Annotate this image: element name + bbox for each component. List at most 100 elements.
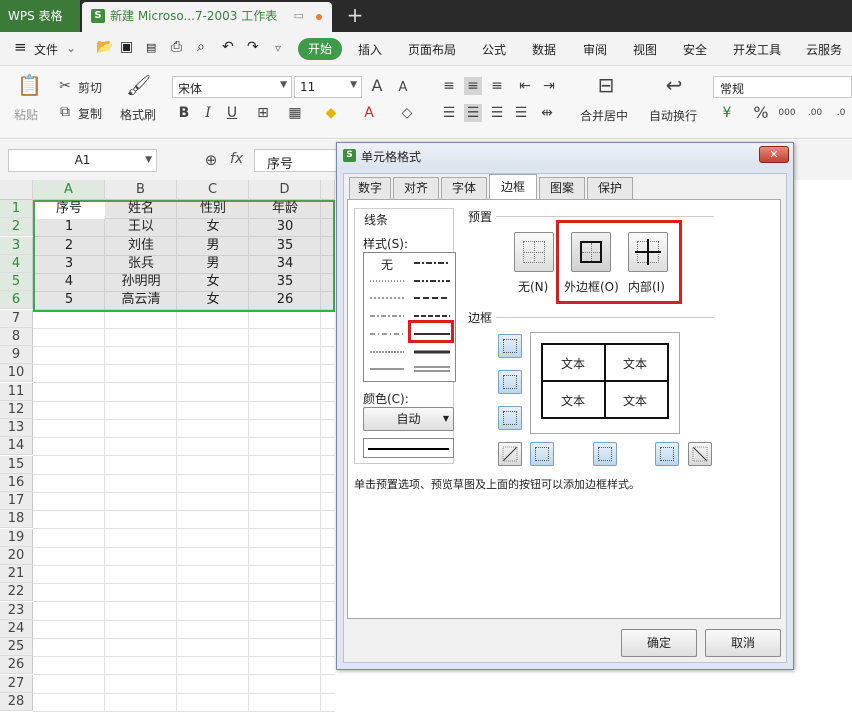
- row-header[interactable]: 25: [0, 638, 33, 656]
- tab-alignment[interactable]: 对齐: [393, 177, 439, 199]
- cell[interactable]: 孙明明: [105, 273, 177, 291]
- percent-icon[interactable]: %: [752, 104, 770, 122]
- row-header[interactable]: 24: [0, 619, 33, 638]
- preset-none-button[interactable]: [514, 232, 554, 272]
- tab-page-layout[interactable]: 页面布局: [408, 41, 456, 58]
- align-right-icon[interactable]: ☰: [488, 104, 506, 122]
- row-header[interactable]: 26: [0, 656, 33, 675]
- align-top-icon[interactable]: ≡: [440, 77, 458, 95]
- redo-icon[interactable]: ↷: [247, 39, 259, 55]
- row-header[interactable]: 20: [0, 546, 33, 565]
- underline-icon[interactable]: U: [223, 104, 241, 122]
- cell[interactable]: 女: [177, 291, 249, 309]
- fx-icon[interactable]: fx: [230, 151, 243, 167]
- line-style-samples[interactable]: [364, 253, 456, 381]
- border-center-button[interactable]: [593, 442, 617, 466]
- tab-review[interactable]: 审阅: [583, 41, 607, 58]
- close-icon[interactable]: ✕: [759, 146, 789, 163]
- restore-tab-icon[interactable]: ▭: [294, 2, 304, 30]
- column-header-C[interactable]: C: [177, 180, 249, 200]
- cell[interactable]: 35: [249, 273, 321, 291]
- row-header[interactable]: 19: [0, 528, 33, 547]
- save-icon[interactable]: ▣: [120, 39, 133, 55]
- dialog-title-bar[interactable]: S 单元格格式 ✕: [337, 143, 793, 169]
- more-chevron-icon[interactable]: ▿: [275, 41, 281, 55]
- print-icon[interactable]: ⎙: [171, 39, 182, 55]
- cell[interactable]: 4: [33, 273, 105, 291]
- diagonal-down-button[interactable]: [688, 442, 712, 466]
- row-header[interactable]: 16: [0, 473, 33, 492]
- hamburger-icon[interactable]: ≡: [14, 38, 27, 56]
- copy-icon[interactable]: ⧉: [56, 103, 74, 121]
- select-all-corner[interactable]: [0, 180, 33, 200]
- indent-increase-icon[interactable]: ⇥: [540, 77, 558, 95]
- currency-icon[interactable]: ¥: [718, 104, 736, 122]
- thousands-icon[interactable]: 000: [778, 104, 796, 122]
- cell[interactable]: 张兵: [105, 255, 177, 273]
- cancel-button[interactable]: 取消: [705, 629, 781, 657]
- cell[interactable]: 30: [249, 218, 321, 236]
- tab-formula[interactable]: 公式: [482, 41, 506, 58]
- diagonal-up-button[interactable]: [498, 442, 522, 466]
- font-color-icon[interactable]: A: [360, 104, 378, 122]
- border-bottom-button[interactable]: [498, 406, 522, 430]
- cell[interactable]: 2: [33, 237, 105, 255]
- row-header[interactable]: 5: [0, 273, 33, 291]
- open-icon[interactable]: 📂: [96, 39, 113, 55]
- column-header-D[interactable]: D: [249, 180, 321, 200]
- cell[interactable]: 女: [177, 273, 249, 291]
- cell[interactable]: 性别: [177, 200, 249, 218]
- scissors-icon[interactable]: ✂: [56, 77, 74, 95]
- cell[interactable]: 女: [177, 218, 249, 236]
- wrap-text-icon[interactable]: ↩: [662, 75, 686, 100]
- cell[interactable]: 35: [249, 237, 321, 255]
- cut-button[interactable]: 剪切: [78, 79, 102, 96]
- merge-center-icon[interactable]: ⊟: [594, 75, 618, 100]
- zoom-icon[interactable]: ⊕: [202, 151, 220, 169]
- tab-protection[interactable]: 保护: [587, 177, 633, 199]
- line-color-select[interactable]: 自动 ▼: [363, 407, 454, 431]
- row-header[interactable]: 10: [0, 364, 33, 383]
- row-header[interactable]: 28: [0, 692, 33, 711]
- format-painter-button[interactable]: 格式刷: [120, 106, 156, 123]
- distribute-icon[interactable]: ⇹: [538, 104, 556, 122]
- font-size-select[interactable]: 11 ▼: [294, 76, 362, 98]
- tab-cloud[interactable]: 云服务: [806, 41, 842, 58]
- row-header[interactable]: 27: [0, 674, 33, 693]
- tab-security[interactable]: 安全: [683, 41, 707, 58]
- menu-file[interactable]: 文件: [34, 41, 58, 58]
- tab-view[interactable]: 视图: [633, 41, 657, 58]
- indent-decrease-icon[interactable]: ⇤: [516, 77, 534, 95]
- name-box[interactable]: A1 ▼: [8, 149, 157, 172]
- align-middle-icon[interactable]: ≡: [464, 77, 482, 95]
- cell[interactable]: 高云清: [105, 291, 177, 309]
- row-header[interactable]: 15: [0, 455, 33, 474]
- align-bottom-icon[interactable]: ≡: [488, 77, 506, 95]
- fill-style-icon[interactable]: ▦: [286, 104, 304, 122]
- paste-label[interactable]: 粘贴: [14, 106, 38, 123]
- italic-icon[interactable]: I: [199, 104, 217, 122]
- cell[interactable]: 男: [177, 255, 249, 273]
- print-preview-icon[interactable]: ⌕: [197, 39, 205, 55]
- wrap-text-button[interactable]: 自动换行: [649, 107, 697, 124]
- tab-data[interactable]: 数据: [532, 41, 556, 58]
- align-left-icon[interactable]: ☰: [440, 104, 458, 122]
- cell[interactable]: 男: [177, 237, 249, 255]
- align-center-icon[interactable]: ☰: [464, 104, 482, 122]
- cell[interactable]: 年龄: [249, 200, 321, 218]
- row-header[interactable]: 23: [0, 601, 33, 620]
- increase-decimal-icon[interactable]: .00: [806, 104, 824, 122]
- column-header-partial[interactable]: [321, 180, 335, 200]
- cell[interactable]: 26: [249, 291, 321, 309]
- cell[interactable]: 1: [33, 218, 105, 236]
- fill-color-icon[interactable]: ◆: [322, 104, 340, 122]
- row-header[interactable]: 12: [0, 400, 33, 419]
- cell[interactable]: 5: [33, 291, 105, 309]
- tab-developer[interactable]: 开发工具: [733, 41, 781, 58]
- row-header[interactable]: 22: [0, 583, 33, 602]
- preset-none-label[interactable]: 无(N): [518, 278, 548, 295]
- format-painter-icon[interactable]: 🖌: [126, 75, 151, 100]
- tab-number[interactable]: 数字: [349, 177, 391, 199]
- merge-center-button[interactable]: 合并居中: [580, 107, 628, 124]
- border-preview[interactable]: 文本 文本 文本 文本: [530, 332, 680, 434]
